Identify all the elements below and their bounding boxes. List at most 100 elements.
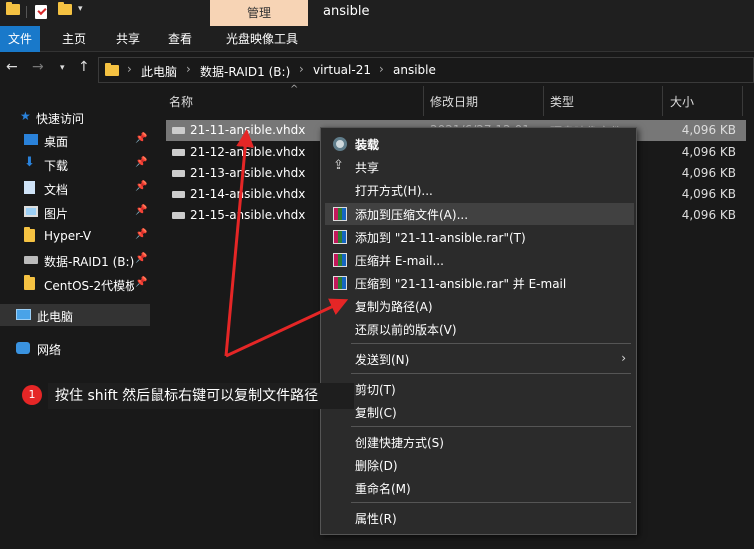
folder-icon[interactable] — [6, 2, 20, 15]
chevron-right-icon: › — [379, 62, 384, 76]
column-divider[interactable] — [423, 86, 424, 116]
tab-share[interactable]: 共享 — [108, 26, 148, 52]
folder-icon — [24, 275, 35, 290]
navigation-bar: ← → ▾ ↑ › 此电脑 › 数据-RAID1 (B:) › virtual-… — [0, 53, 754, 86]
menu-item-open-with[interactable]: 打开方式(H)... — [325, 179, 634, 201]
quick-access-dropdown-icon[interactable]: ▾ — [78, 4, 83, 14]
network-icon — [16, 342, 30, 354]
menu-item-delete[interactable]: 删除(D) — [325, 454, 634, 476]
menu-item-label: 发送到(N) — [355, 353, 410, 367]
tab-home[interactable]: 主页 — [54, 26, 94, 52]
sidebar-item-raid-drive[interactable]: 数据-RAID1 (B:) 📌 — [0, 249, 150, 271]
menu-divider — [351, 373, 631, 374]
file-size: 4,096 KB — [681, 208, 736, 222]
pin-icon[interactable]: 📌 — [135, 157, 147, 168]
disk-image-icon — [172, 170, 185, 177]
sidebar-item-network[interactable]: 网络 — [0, 337, 150, 359]
menu-item-rename[interactable]: 重命名(M) — [325, 477, 634, 499]
sort-ascending-icon: ^ — [290, 84, 299, 95]
column-header-name[interactable]: 名称 — [169, 93, 193, 110]
menu-item-compress-rar-email[interactable]: 压缩到 "21-11-ansible.rar" 并 E-mail — [325, 272, 634, 294]
tab-manage[interactable]: 管理 — [210, 0, 308, 26]
menu-item-label: 复制为路径(A) — [355, 300, 433, 314]
sidebar-item-label: 文档 — [44, 183, 69, 197]
tab-view[interactable]: 查看 — [160, 26, 200, 52]
pin-icon[interactable]: 📌 — [135, 205, 147, 216]
forward-icon[interactable]: → — [32, 59, 44, 75]
column-header-type[interactable]: 类型 — [550, 93, 574, 110]
menu-item-create-shortcut[interactable]: 创建快捷方式(S) — [325, 431, 634, 453]
disc-mount-icon — [333, 137, 347, 151]
menu-item-copy-as-path[interactable]: 复制为路径(A) — [325, 295, 634, 317]
divider — [26, 6, 27, 18]
winrar-icon — [333, 207, 347, 221]
back-icon[interactable]: ← — [6, 59, 18, 75]
file-name: 21-15-ansible.vhdx — [190, 208, 306, 222]
menu-item-label: 还原以前的版本(V) — [355, 323, 457, 337]
menu-item-compress-email[interactable]: 压缩并 E-mail... — [325, 249, 634, 271]
disk-image-icon — [172, 149, 185, 156]
breadcrumb-ansible[interactable]: ansible — [393, 63, 436, 77]
sidebar-item-documents[interactable]: 文档 📌 — [0, 177, 150, 199]
menu-item-label: 复制(C) — [355, 406, 397, 420]
column-header-size[interactable]: 大小 — [670, 93, 694, 110]
pin-icon[interactable]: 📌 — [135, 277, 147, 288]
menu-item-label: 装载 — [355, 138, 380, 152]
file-name: 21-13-ansible.vhdx — [190, 166, 306, 180]
up-icon[interactable]: ↑ — [78, 59, 90, 75]
pin-icon[interactable]: 📌 — [135, 229, 147, 240]
properties-check-icon[interactable] — [35, 5, 47, 19]
menu-divider — [351, 502, 631, 503]
sidebar-item-quick-access[interactable]: ★ 快速访问 — [0, 106, 150, 128]
sidebar-item-pictures[interactable]: 图片 📌 — [0, 201, 150, 223]
drive-icon — [24, 254, 38, 264]
new-folder-icon[interactable] — [58, 2, 72, 15]
menu-item-properties[interactable]: 属性(R) — [325, 507, 634, 529]
menu-item-mount[interactable]: 装载 — [325, 133, 634, 155]
sidebar-item-downloads[interactable]: ⬇ 下载 📌 — [0, 153, 150, 175]
column-divider[interactable] — [742, 86, 743, 116]
breadcrumb-virtual-21[interactable]: virtual-21 — [313, 63, 371, 77]
sidebar-item-this-pc[interactable]: 此电脑 — [0, 304, 150, 326]
winrar-icon — [333, 230, 347, 244]
menu-item-send-to[interactable]: 发送到(N) › — [325, 348, 634, 370]
menu-item-label: 压缩并 E-mail... — [355, 254, 444, 268]
menu-item-add-to-archive[interactable]: 添加到压缩文件(A)... — [325, 203, 634, 225]
sidebar-item-desktop[interactable]: 桌面 📌 — [0, 129, 150, 151]
menu-item-share[interactable]: ⇪ 共享 — [325, 156, 634, 178]
sidebar-item-centos-template[interactable]: CentOS-2代模板 📌 — [0, 273, 150, 295]
sidebar-item-hyper-v[interactable]: Hyper-V 📌 — [0, 225, 150, 247]
disk-image-icon — [172, 191, 185, 198]
winrar-icon — [333, 276, 347, 290]
menu-item-restore-previous-versions[interactable]: 还原以前的版本(V) — [325, 318, 634, 340]
menu-item-label: 删除(D) — [355, 459, 398, 473]
annotation-callout: 1 按住 shift 然后鼠标右键可以复制文件路径 — [22, 383, 355, 409]
tab-disc-image-tools[interactable]: 光盘映像工具 — [214, 26, 310, 52]
menu-item-label: 共享 — [355, 161, 380, 175]
address-bar[interactable]: › 此电脑 › 数据-RAID1 (B:) › virtual-21 › ans… — [98, 57, 754, 83]
document-icon — [24, 181, 35, 194]
column-divider[interactable] — [662, 86, 663, 116]
folder-icon — [24, 227, 35, 242]
window-title: ansible — [323, 4, 370, 19]
sidebar-item-label: 桌面 — [44, 135, 69, 149]
pin-icon[interactable]: 📌 — [135, 133, 147, 144]
tab-file[interactable]: 文件 — [0, 26, 40, 52]
menu-item-cut[interactable]: 剪切(T) — [325, 378, 634, 400]
menu-item-label: 属性(R) — [355, 512, 397, 526]
file-name: 21-12-ansible.vhdx — [190, 145, 306, 159]
menu-item-copy[interactable]: 复制(C) — [325, 401, 634, 423]
breadcrumb-drive[interactable]: 数据-RAID1 (B:) — [200, 63, 290, 80]
pin-icon[interactable]: 📌 — [135, 253, 147, 264]
annotation-text: 按住 shift 然后鼠标右键可以复制文件路径 — [48, 383, 354, 409]
disk-image-icon — [172, 127, 185, 134]
sidebar-item-label: CentOS-2代模板 — [44, 279, 134, 293]
pin-icon[interactable]: 📌 — [135, 181, 147, 192]
file-size: 4,096 KB — [681, 145, 736, 159]
recent-locations-chevron-icon[interactable]: ▾ — [60, 63, 65, 73]
column-divider[interactable] — [543, 86, 544, 116]
column-header-date[interactable]: 修改日期 — [430, 93, 478, 110]
menu-item-label: 打开方式(H)... — [355, 184, 433, 198]
menu-item-add-to-rar[interactable]: 添加到 "21-11-ansible.rar"(T) — [325, 226, 634, 248]
breadcrumb-this-pc[interactable]: 此电脑 — [141, 63, 177, 80]
